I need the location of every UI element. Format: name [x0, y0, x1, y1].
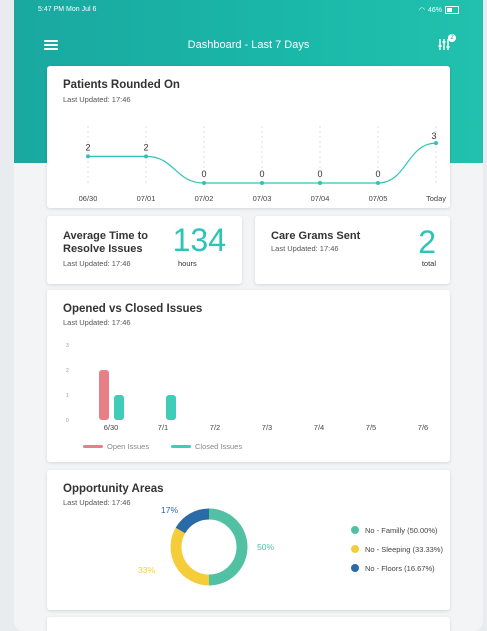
care-grams-card[interactable]: Care Grams Sent Last Updated: 17:46 2 to… [255, 216, 450, 284]
opportunity-donut-chart: 50% 33% 17% No - Familly (50.00%) No - Sleep… [138, 505, 443, 586]
data-label: 0 [375, 169, 380, 179]
x-tick-label: 7/6 [418, 423, 428, 432]
status-bar: 5:47 PM Mon Jul 6 ◠ 46% [14, 0, 483, 18]
battery-icon [445, 6, 459, 14]
x-tick-label: 7/1 [158, 423, 168, 432]
legend-label: Open Issues [107, 442, 149, 451]
y-tick-label: 1 [66, 393, 69, 399]
y-tick-label: 2 [66, 368, 69, 374]
data-point [376, 181, 380, 185]
avg-time-value: 134 [172, 222, 226, 258]
wifi-icon: ◠ [418, 7, 425, 14]
legend-dot [351, 564, 359, 572]
data-point [260, 181, 264, 185]
avg-time-unit: hours [178, 259, 197, 268]
data-point [434, 141, 438, 146]
legend-label: No - Floors (16.67%) [365, 564, 435, 573]
card-title-line2: Resolve Issues [63, 243, 143, 255]
legend-label: No - Familly (50.00%) [365, 526, 438, 535]
x-tick-label: 7/5 [366, 423, 376, 432]
page-title: Dashboard - Last 7 Days [187, 39, 310, 51]
next-card[interactable] [47, 617, 450, 631]
y-tick-label: 3 [66, 343, 69, 349]
donut-slice [208, 508, 248, 586]
patients-rounded-card[interactable]: Patients Rounded On Last Updated: 17:46 … [47, 66, 450, 208]
data-label: 0 [201, 169, 206, 179]
data-label: 2 [85, 142, 90, 152]
slice-pct-label: 33% [138, 565, 155, 575]
card-title: Care Grams Sent [271, 230, 361, 242]
x-tick-label: 7/4 [314, 423, 324, 432]
data-label: 0 [259, 169, 264, 179]
x-tick-label: 06/30 [79, 194, 98, 203]
bar [114, 395, 124, 420]
bar [99, 370, 109, 420]
issues-card[interactable]: Opened vs Closed Issues Last Updated: 17… [47, 290, 450, 462]
data-label: 0 [317, 169, 322, 179]
x-tick-label: 6/30 [104, 423, 119, 432]
legend-dot [351, 545, 359, 553]
battery-percent: 46% [427, 6, 442, 14]
data-point [202, 181, 206, 185]
status-time: 5:47 PM Mon Jul 6 [38, 6, 97, 13]
data-point [318, 181, 322, 185]
x-tick-label: 07/03 [253, 194, 272, 203]
donut-slice [170, 527, 210, 586]
data-point [86, 154, 90, 159]
donut-slice [175, 508, 210, 534]
opportunity-card[interactable]: Opportunity Areas Last Updated: 17:46 50… [47, 470, 450, 610]
care-grams-value: 2 [418, 224, 436, 260]
legend-swatch [171, 445, 191, 448]
x-tick-label: 07/01 [137, 194, 156, 203]
data-label: 2 [143, 142, 148, 152]
data-point [144, 154, 148, 159]
issues-bar-chart: 0 1 2 3 6/30 7/1 7/2 7/3 7/4 7/5 7/6 Open Issues Clo… [66, 343, 428, 451]
legend-swatch [83, 445, 103, 448]
x-tick-label: 07/05 [369, 194, 388, 203]
legend-dot [351, 526, 359, 534]
last-updated: Last Updated: 17:46 [63, 259, 131, 268]
app-screen: 5:47 PM Mon Jul 6 ◠ 46% Dashboard - Last… [14, 0, 483, 631]
nav-bar: Dashboard - Last 7 Days 2 [14, 34, 483, 56]
x-tick-label: 07/04 [311, 194, 330, 203]
x-tick-label: 7/3 [262, 423, 272, 432]
slice-pct-label: 17% [161, 505, 178, 515]
legend-label: Closed Issues [195, 442, 242, 451]
bar [166, 395, 176, 420]
x-tick-label: 7/2 [210, 423, 220, 432]
legend-label: No - Sleeping (33.33%) [365, 545, 443, 554]
x-tick-label: Today [426, 194, 446, 203]
avg-time-card[interactable]: Average Time to Resolve Issues Last Upda… [47, 216, 242, 284]
care-grams-unit: total [421, 259, 436, 268]
filter-button[interactable]: 2 [437, 34, 456, 53]
last-updated: Last Updated: 17:46 [271, 244, 339, 253]
y-tick-label: 0 [66, 418, 69, 424]
filter-count-badge: 2 [448, 34, 456, 42]
patients-line-chart: 2 06/30 2 07/01 0 07/02 0 07/03 0 07/04 0 07/05 3 Tod… [79, 126, 446, 203]
data-label: 3 [431, 131, 436, 141]
card-title-line1: Average Time to [63, 230, 148, 242]
x-tick-label: 07/02 [195, 194, 214, 203]
slice-pct-label: 50% [257, 542, 274, 552]
